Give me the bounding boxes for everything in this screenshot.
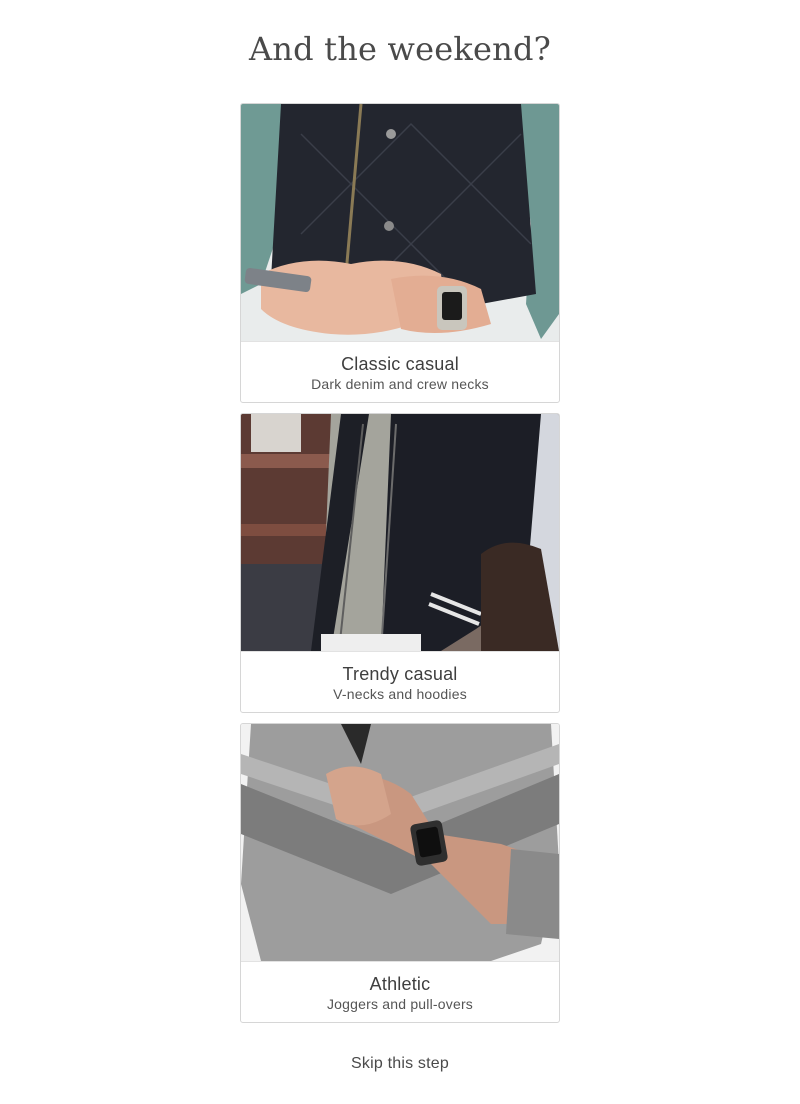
classic-casual-photo-icon bbox=[241, 104, 559, 341]
option-caption: Trendy casual V-necks and hoodies bbox=[241, 651, 559, 712]
option-card-classic-casual[interactable]: Classic casual Dark denim and crew necks bbox=[240, 103, 560, 403]
option-subtitle: V-necks and hoodies bbox=[333, 686, 467, 702]
athletic-photo-icon bbox=[241, 724, 559, 961]
option-subtitle: Dark denim and crew necks bbox=[311, 376, 489, 392]
style-options-list: Classic casual Dark denim and crew necks bbox=[240, 103, 560, 1033]
skip-step-link[interactable]: Skip this step bbox=[0, 1055, 800, 1073]
option-subtitle: Joggers and pull-overs bbox=[326, 996, 474, 1012]
trendy-casual-photo-icon bbox=[241, 414, 559, 651]
option-title: Athletic bbox=[369, 974, 431, 994]
option-title: Trendy casual bbox=[342, 664, 458, 684]
option-caption: Athletic Joggers and pull-overs bbox=[241, 961, 559, 1022]
option-caption: Classic casual Dark denim and crew necks bbox=[241, 341, 559, 402]
option-card-athletic[interactable]: Athletic Joggers and pull-overs bbox=[240, 723, 560, 1023]
page-title: And the weekend? bbox=[249, 30, 551, 68]
option-title: Classic casual bbox=[341, 354, 459, 374]
option-card-trendy-casual[interactable]: Trendy casual V-necks and hoodies bbox=[240, 413, 560, 713]
